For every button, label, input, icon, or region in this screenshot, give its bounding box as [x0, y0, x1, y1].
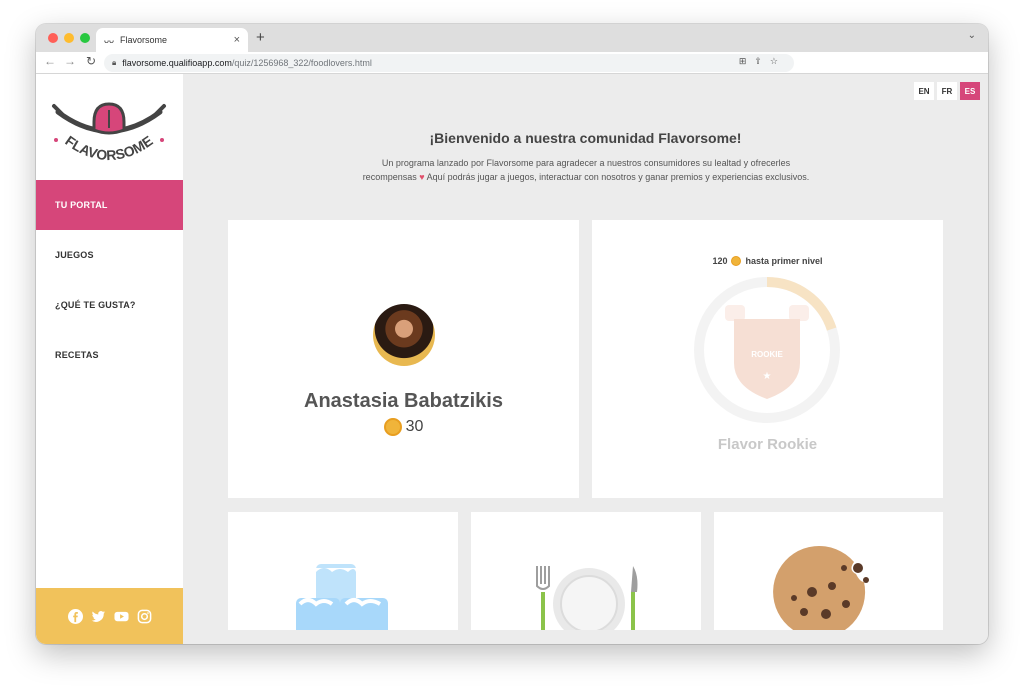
facebook-icon[interactable] — [67, 608, 83, 624]
address-bar: ← → ↻ 🔒︎ flavorsome.qualifioapp.com/quiz… — [36, 52, 988, 74]
sidebar-item-juegos[interactable]: JUEGOS — [36, 230, 183, 280]
cookie-icon — [773, 545, 869, 630]
lock-icon: 🔒︎ — [112, 58, 117, 67]
chevron-down-icon[interactable]: ⌄ — [968, 30, 976, 41]
profile-card: Anastasia Babatzikis 30 — [228, 220, 579, 498]
page-title: ¡Bienvenido a nuestra comunidad Flavorso… — [429, 130, 742, 146]
browser-window: ᴗᴗ Flavorsome × + ⌄ ← → ↻ 🔒︎ flavorsome.… — [36, 24, 988, 644]
welcome-text: Un programa lanzado por Flavorsome para … — [326, 156, 846, 184]
badge-star-icon: ★ — [763, 371, 772, 382]
translate-icon[interactable]: ⊞ — [739, 56, 755, 66]
tab-close-icon[interactable]: × — [234, 34, 240, 46]
sidebar-item-label: RECETAS — [55, 350, 99, 360]
games-card[interactable] — [228, 512, 458, 630]
url-host: flavorsome.qualifioapp.com — [122, 58, 232, 68]
minimize-window-button[interactable] — [64, 33, 74, 43]
flavorsome-logo[interactable]: FLAVORSOME — [50, 90, 168, 170]
favicon-icon: ᴗᴗ — [104, 35, 115, 45]
lang-es-button[interactable]: ES — [960, 82, 980, 100]
welcome-text-rewards: recompensas — [362, 172, 417, 182]
twitter-icon[interactable] — [91, 609, 106, 624]
avatar — [373, 304, 435, 366]
points-value: 30 — [405, 418, 424, 435]
youtube-icon[interactable] — [113, 609, 129, 624]
url-path: /quiz/1256968_322/foodlovers.html — [231, 58, 372, 68]
tab-title: Flavorsome — [120, 35, 168, 45]
sidebar-item-que-te-gusta[interactable]: ¿QUÉ TE GUSTA? — [36, 280, 183, 330]
back-icon[interactable]: ← — [44, 54, 56, 68]
user-name: Anastasia Babatzikis — [304, 390, 503, 412]
reload-icon[interactable]: ↻ — [86, 54, 96, 68]
lang-en-button[interactable]: EN — [914, 82, 934, 100]
url-actions: ⊞⇪☆ — [739, 56, 786, 67]
browser-tab[interactable]: ᴗᴗ Flavorsome × — [96, 28, 248, 52]
forward-icon[interactable]: → — [64, 54, 76, 68]
points-balance: 30 — [228, 418, 579, 436]
social-links — [36, 588, 183, 644]
svg-text:FLAVORSOME: FLAVORSOME — [62, 132, 155, 163]
coin-icon — [383, 418, 402, 436]
page-content: FLAVORSOME TU PORTAL JUEGOS ¿QUÉ TE GUST… — [36, 74, 988, 644]
level-progress-ring: ROOKIE ★ — [694, 277, 840, 423]
sidebar-item-label: JUEGOS — [55, 250, 94, 260]
sidebar-item-recetas[interactable]: RECETAS — [36, 330, 183, 380]
badge-label: ROOKIE — [751, 350, 783, 359]
heart-icon: ♥ — [419, 172, 425, 182]
tab-bar: ᴗᴗ Flavorsome × + ⌄ — [36, 24, 988, 52]
close-window-button[interactable] — [48, 33, 58, 43]
ice-cubes-icon — [296, 564, 388, 630]
level-card: 120 hasta primer nivel ROOKIE ★ Flavor R… — [592, 220, 943, 498]
url-field[interactable]: 🔒︎ flavorsome.qualifioapp.com/quiz/12569… — [104, 54, 794, 72]
welcome-text-line-2: Aquí podrás jugar a juegos, interactuar … — [426, 172, 810, 182]
sidebar-item-label: ¿QUÉ TE GUSTA? — [55, 300, 136, 310]
sidebar-nav: TU PORTAL JUEGOS ¿QUÉ TE GUSTA? RECETAS — [36, 180, 183, 380]
level-progress-info: 120 hasta primer nivel — [592, 256, 943, 266]
level-caption: hasta primer nivel — [745, 256, 823, 266]
new-tab-button[interactable]: + — [256, 29, 265, 46]
recipes-card[interactable] — [714, 512, 943, 630]
sidebar-item-tu-portal[interactable]: TU PORTAL — [36, 180, 183, 230]
points-needed: 120 — [712, 256, 728, 266]
maximize-window-button[interactable] — [80, 33, 90, 43]
star-icon[interactable]: ☆ — [770, 56, 786, 66]
logo-text: FLAVORSOME — [62, 132, 155, 163]
welcome-text-line-1: Un programa lanzado por Flavorsome para … — [381, 158, 791, 168]
level-name: Flavor Rookie — [717, 436, 818, 453]
lang-fr-button[interactable]: FR — [937, 82, 957, 100]
language-switcher: EN FR ES — [914, 82, 980, 100]
plate-cutlery-icon — [536, 566, 638, 630]
sidebar-item-label: TU PORTAL — [55, 200, 108, 210]
coin-icon — [731, 256, 742, 266]
likes-card[interactable] — [471, 512, 701, 630]
instagram-icon[interactable] — [137, 609, 152, 624]
sidebar: FLAVORSOME TU PORTAL JUEGOS ¿QUÉ TE GUST… — [36, 74, 183, 644]
share-icon[interactable]: ⇪ — [754, 56, 770, 66]
